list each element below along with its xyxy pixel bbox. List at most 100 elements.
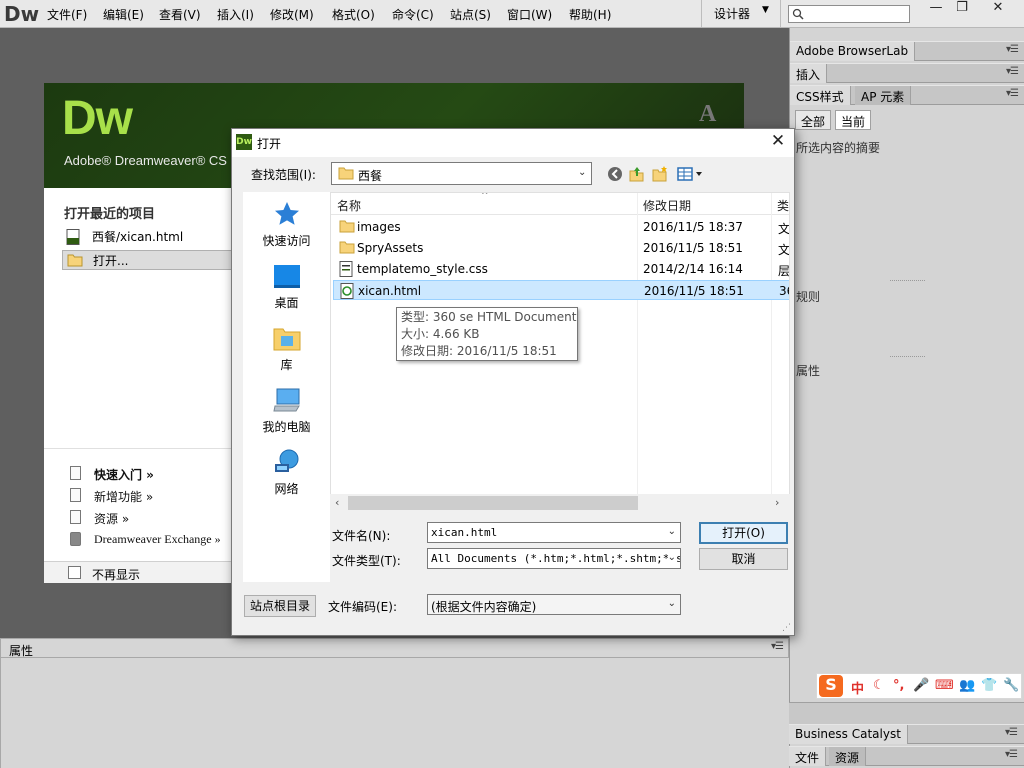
menu-window[interactable]: 窗口(W) bbox=[507, 6, 552, 23]
browserlab-panel-bar[interactable]: Adobe BrowserLab ▾☰ bbox=[790, 41, 1024, 61]
resize-grip-icon[interactable]: ⋰ bbox=[782, 623, 791, 633]
recent-item-label: 西餐/xican.html bbox=[92, 230, 184, 244]
html-file-icon bbox=[340, 283, 354, 299]
back-icon[interactable] bbox=[607, 166, 623, 182]
menu-format[interactable]: 格式(O) bbox=[332, 6, 375, 23]
close-window-button[interactable]: ✕ bbox=[984, 0, 1012, 18]
recent-item[interactable]: 西餐/xican.html bbox=[62, 227, 232, 247]
dont-show-checkbox[interactable] bbox=[68, 566, 81, 579]
workspace-switcher[interactable]: 设计器 ▼ bbox=[701, 0, 781, 27]
tab-ap-elements[interactable]: AP 元素 bbox=[855, 86, 912, 105]
encoding-dropdown[interactable]: (根据文件内容确定) ⌄ bbox=[427, 594, 681, 615]
cancel-button[interactable]: 取消 bbox=[699, 548, 788, 570]
file-row[interactable]: images 2016/11/5 18:37 文 bbox=[333, 217, 789, 237]
file-row[interactable]: SpryAssets 2016/11/5 18:51 文 bbox=[333, 238, 789, 258]
panel-menu-icon[interactable]: ▾☰ bbox=[1005, 749, 1018, 760]
css-current-button[interactable]: 当前 bbox=[835, 110, 872, 130]
column-date-modified[interactable]: 修改日期 bbox=[643, 197, 691, 214]
workspace-label: 设计器 bbox=[714, 7, 751, 21]
view-menu-icon[interactable] bbox=[677, 166, 703, 182]
menu-insert[interactable]: 插入(I) bbox=[217, 6, 254, 23]
panel-menu-icon[interactable]: ▾☰ bbox=[1006, 44, 1019, 55]
link-new-features[interactable]: 新增功能 » bbox=[94, 488, 153, 505]
tab-assets[interactable]: 资源 bbox=[829, 747, 867, 766]
tooltip-type: 类型: 360 se HTML Document bbox=[401, 310, 577, 324]
scroll-left-icon[interactable]: ‹ bbox=[335, 496, 339, 509]
splitter[interactable] bbox=[890, 280, 925, 281]
filename-input[interactable]: xican.html ⌄ bbox=[427, 522, 681, 543]
minimize-button[interactable]: — bbox=[922, 0, 950, 18]
panel-menu-icon[interactable]: ▾☰ bbox=[771, 641, 784, 652]
menu-site[interactable]: 站点(S) bbox=[450, 6, 491, 23]
scrollbar-thumb[interactable] bbox=[348, 496, 638, 510]
help-search-input[interactable] bbox=[788, 5, 910, 23]
site-root-button[interactable]: 站点根目录 bbox=[244, 595, 316, 617]
tab-insert[interactable]: 插入 bbox=[790, 64, 828, 83]
computer-icon bbox=[273, 388, 300, 412]
ime-moon-icon[interactable]: ☾ bbox=[873, 678, 885, 693]
menu-file[interactable]: 文件(F) bbox=[47, 6, 87, 23]
menu-view[interactable]: 查看(V) bbox=[159, 6, 201, 23]
column-type[interactable]: 类 bbox=[777, 197, 789, 214]
splitter[interactable] bbox=[890, 356, 925, 357]
file-row[interactable]: templatemo_style.css 2014/2/14 16:14 层 bbox=[333, 259, 789, 279]
place-my-computer[interactable]: 我的电脑 bbox=[243, 382, 330, 444]
recent-open-item[interactable]: 打开... bbox=[62, 250, 232, 270]
column-name[interactable]: 名称 bbox=[337, 197, 361, 214]
place-quick-access[interactable]: 快速访问 bbox=[243, 196, 330, 258]
file-name: templatemo_style.css bbox=[357, 262, 488, 276]
properties-panel-title: 属性 bbox=[9, 644, 34, 658]
place-library[interactable]: 库 bbox=[243, 320, 330, 382]
file-list-header: ^ 名称 修改日期 类 bbox=[331, 193, 789, 215]
ime-chinese-icon[interactable]: 中 bbox=[851, 678, 864, 697]
chevron-down-icon[interactable]: ⌄ bbox=[668, 526, 676, 537]
ime-keyboard-icon[interactable]: ⌨ bbox=[935, 678, 954, 693]
places-bar: 快速访问 桌面 库 我的电脑 网络 bbox=[243, 192, 330, 582]
chevron-down-icon: ⌄ bbox=[578, 167, 587, 178]
close-icon[interactable]: ✕ bbox=[766, 131, 790, 153]
maximize-button[interactable]: ❐ bbox=[948, 0, 976, 18]
ime-user-icon[interactable]: 👥 bbox=[959, 678, 975, 693]
link-exchange[interactable]: Dreamweaver Exchange » bbox=[94, 532, 221, 547]
place-label: 快速访问 bbox=[262, 234, 311, 248]
link-resources[interactable]: 资源 » bbox=[94, 510, 129, 527]
business-catalyst-bar[interactable]: Business Catalyst ▾☰ bbox=[789, 724, 1024, 744]
encoding-value: (根据文件内容确定) bbox=[431, 600, 537, 614]
place-desktop[interactable]: 桌面 bbox=[243, 258, 330, 320]
link-getting-started[interactable]: 快速入门 » bbox=[94, 466, 154, 483]
menu-commands[interactable]: 命令(C) bbox=[392, 6, 434, 23]
horizontal-scrollbar[interactable]: ‹ › bbox=[330, 494, 790, 512]
ime-skin-icon[interactable]: 👕 bbox=[981, 678, 997, 693]
ime-tools-icon[interactable]: 🔧 bbox=[1003, 678, 1019, 693]
filetype-dropdown[interactable]: All Documents (*.htm;*.html;*.shtm;*.sl … bbox=[427, 548, 681, 569]
css-all-button[interactable]: 全部 bbox=[795, 110, 832, 130]
document-icon bbox=[70, 510, 81, 524]
properties-panel-header: 属性 ▾☰ bbox=[0, 638, 789, 658]
ime-mic-icon[interactable]: 🎤 bbox=[913, 678, 929, 693]
menu-help[interactable]: 帮助(H) bbox=[569, 6, 611, 23]
exchange-icon bbox=[70, 532, 81, 546]
panel-menu-icon[interactable]: ▾☰ bbox=[1006, 66, 1019, 77]
place-network[interactable]: 网络 bbox=[243, 444, 330, 506]
menu-modify[interactable]: 修改(M) bbox=[270, 6, 314, 23]
look-in-dropdown[interactable]: 西餐 ⌄ bbox=[331, 162, 592, 185]
tab-files[interactable]: 文件 bbox=[789, 747, 827, 766]
new-folder-icon[interactable] bbox=[652, 166, 668, 182]
dialog-titlebar[interactable]: Dw 打开 ✕ bbox=[232, 129, 794, 157]
panel-menu-icon[interactable]: ▾☰ bbox=[1006, 88, 1019, 99]
scroll-right-icon[interactable]: › bbox=[775, 496, 779, 509]
insert-panel-bar[interactable]: 插入 ▾☰ bbox=[790, 63, 1024, 83]
menu-edit[interactable]: 编辑(E) bbox=[103, 6, 144, 23]
file-row-selected[interactable]: xican.html 2016/11/5 18:51 36 bbox=[333, 280, 789, 300]
tab-css-styles[interactable]: CSS样式 bbox=[790, 86, 851, 105]
tab-business-catalyst[interactable]: Business Catalyst bbox=[789, 725, 908, 744]
tab-browserlab[interactable]: Adobe BrowserLab bbox=[790, 42, 916, 61]
filetype-label: 文件类型(T): bbox=[332, 554, 401, 568]
folder-icon bbox=[339, 220, 355, 233]
panel-menu-icon[interactable]: ▾☰ bbox=[1005, 727, 1018, 738]
up-folder-icon[interactable] bbox=[629, 166, 645, 182]
html-file-icon bbox=[66, 229, 80, 245]
open-button[interactable]: 打开(O) bbox=[699, 522, 788, 544]
ime-punctuation-icon[interactable]: °, bbox=[893, 678, 904, 693]
tooltip-date: 修改日期: 2016/11/5 18:51 bbox=[401, 344, 557, 358]
